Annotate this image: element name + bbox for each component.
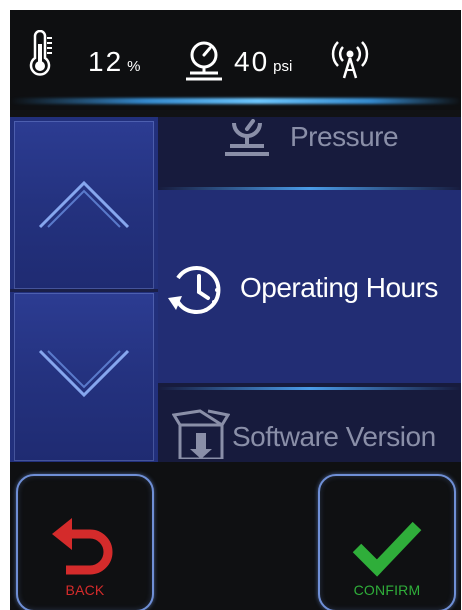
wireless-signal-icon xyxy=(331,41,369,79)
chevron-down-icon xyxy=(38,349,130,398)
pressure-gauge-icon xyxy=(186,41,222,81)
scroll-down-button[interactable] xyxy=(14,293,154,461)
menu-divider xyxy=(158,387,461,390)
menu-list: Pressure Operating Hours Software Versio… xyxy=(158,117,461,462)
back-arrow-icon xyxy=(52,518,113,575)
scroll-button-divider xyxy=(10,289,158,292)
scroll-up-button[interactable] xyxy=(14,121,154,289)
humidity-unit: % xyxy=(127,58,141,75)
device-screen: 12 % 40 psi Pressure Operating Hours Sof… xyxy=(10,10,461,610)
confirm-button-label: CONFIRM xyxy=(353,582,421,598)
scroll-buttons xyxy=(10,117,158,462)
status-bar: 12 % 40 psi xyxy=(10,10,461,110)
pressure-gauge-icon xyxy=(225,119,269,156)
chevron-up-icon xyxy=(38,180,130,229)
action-bar: BACK CONFIRM xyxy=(10,462,461,610)
pressure-unit: psi xyxy=(273,58,293,75)
menu-item-software-version[interactable]: Software Version xyxy=(158,391,461,462)
menu-item-label: Software Version xyxy=(232,421,436,452)
status-divider xyxy=(10,98,461,104)
menu-item-label: Operating Hours xyxy=(240,272,438,303)
menu-item-pressure[interactable]: Pressure xyxy=(158,117,461,187)
clock-history-icon xyxy=(168,266,221,314)
confirm-button[interactable]: CONFIRM xyxy=(318,474,456,610)
menu-panel: Pressure Operating Hours Software Versio… xyxy=(10,117,461,462)
software-box-icon xyxy=(172,409,230,459)
humidity-readout: 12 % xyxy=(88,46,141,78)
checkmark-icon xyxy=(352,521,422,577)
pressure-readout: 40 psi xyxy=(234,46,292,78)
pressure-value: 40 xyxy=(234,46,270,77)
menu-item-operating-hours[interactable]: Operating Hours xyxy=(158,190,461,383)
thermometer-icon xyxy=(29,30,52,76)
humidity-value: 12 xyxy=(88,46,124,77)
back-button[interactable]: BACK xyxy=(16,474,154,610)
menu-item-label: Pressure xyxy=(290,121,399,152)
